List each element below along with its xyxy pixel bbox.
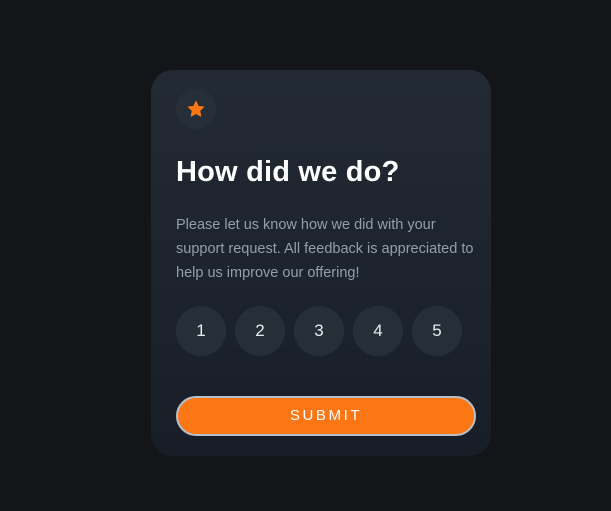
card-description: Please let us know how we did with your … [176,217,474,281]
rating-5-button[interactable]: 5 [412,306,462,356]
rating-4-button[interactable]: 4 [353,306,403,356]
star-icon [187,100,205,117]
submit-button[interactable]: SUBMIT [176,396,476,436]
rating-options: 1 2 3 4 5 [176,306,462,356]
rating-2-button[interactable]: 2 [235,306,285,356]
star-badge [176,89,216,129]
rating-3-button[interactable]: 3 [294,306,344,356]
card-title: How did we do? [176,156,400,188]
rating-card: How did we do? Please let us know how we… [151,70,491,456]
rating-1-button[interactable]: 1 [176,306,226,356]
